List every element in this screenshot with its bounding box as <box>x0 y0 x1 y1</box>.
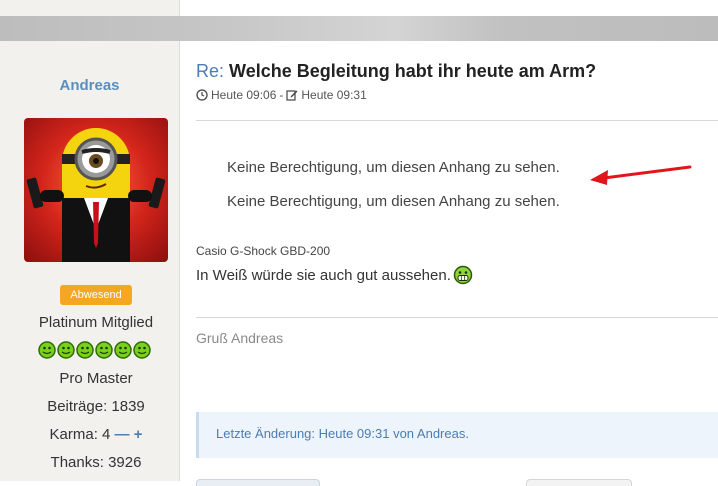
post-meta: Heute 09:06 - Heute 09:31 <box>196 88 367 102</box>
green-star-icon <box>95 341 113 359</box>
post-divider-band <box>0 16 718 41</box>
post-title: Re: Welche Begleitung habt ihr heute am … <box>196 61 596 82</box>
post-text: In Weiß würde sie auch gut aussehen. <box>196 265 473 285</box>
user-sidebar: Andreas Abwesend Platinum Mitglied Pro M… <box>0 41 180 481</box>
karma-plus-button[interactable]: + <box>134 426 143 443</box>
clock-icon <box>196 89 208 101</box>
green-star-icon <box>38 341 56 359</box>
karma-minus-button[interactable]: — <box>115 426 130 443</box>
thanks-count: Thanks: 3926 <box>50 454 142 471</box>
attachment-notice: Keine Berechtigung, um diesen Anhang zu … <box>227 193 560 210</box>
green-star-icon <box>57 341 75 359</box>
action-button[interactable] <box>196 479 320 486</box>
karma-value: Karma: 4 <box>49 426 111 443</box>
karma-row: Karma: 4 — + <box>0 426 192 443</box>
post-count: Beiträge: 1839 <box>47 398 145 415</box>
edit-note: Letzte Änderung: Heute 09:31 von Andreas… <box>216 426 469 441</box>
meta-separator: - <box>279 88 284 102</box>
post-content: Re: Welche Begleitung habt ihr heute am … <box>180 41 718 486</box>
minion-avatar-illustration <box>26 128 166 262</box>
rank-stars <box>38 341 158 361</box>
divider <box>196 120 718 121</box>
post-text-content: In Weiß würde sie auch gut aussehen. <box>196 266 451 284</box>
green-star-icon <box>133 341 151 359</box>
red-arrow-annotation <box>590 165 692 185</box>
edit-icon <box>286 90 298 101</box>
attachment-notice: Keine Berechtigung, um diesen Anhang zu … <box>227 159 560 176</box>
grin-smiley-icon <box>453 265 473 285</box>
post-edited-time: Heute 09:31 <box>301 88 367 102</box>
content-top-strip <box>180 0 718 16</box>
green-star-icon <box>76 341 94 359</box>
sidebar-top-strip <box>0 0 180 16</box>
title-prefix: Re: <box>196 61 225 81</box>
action-button[interactable] <box>526 479 632 486</box>
post-created-time: Heute 09:06 <box>211 88 277 102</box>
avatar[interactable] <box>24 118 168 262</box>
signature-divider <box>196 317 718 318</box>
status-badge: Abwesend <box>60 285 132 305</box>
edit-note-box: Letzte Änderung: Heute 09:31 von Andreas… <box>196 412 718 458</box>
username-link[interactable]: Andreas <box>0 77 179 94</box>
user-rank: Platinum Mitglied <box>38 314 154 331</box>
user-title: Pro Master <box>59 370 133 387</box>
green-star-icon <box>114 341 132 359</box>
post-title-text[interactable]: Welche Begleitung habt ihr heute am Arm? <box>229 61 596 81</box>
signature: Gruß Andreas <box>196 330 284 346</box>
watch-label: Casio G-Shock GBD-200 <box>196 244 331 258</box>
